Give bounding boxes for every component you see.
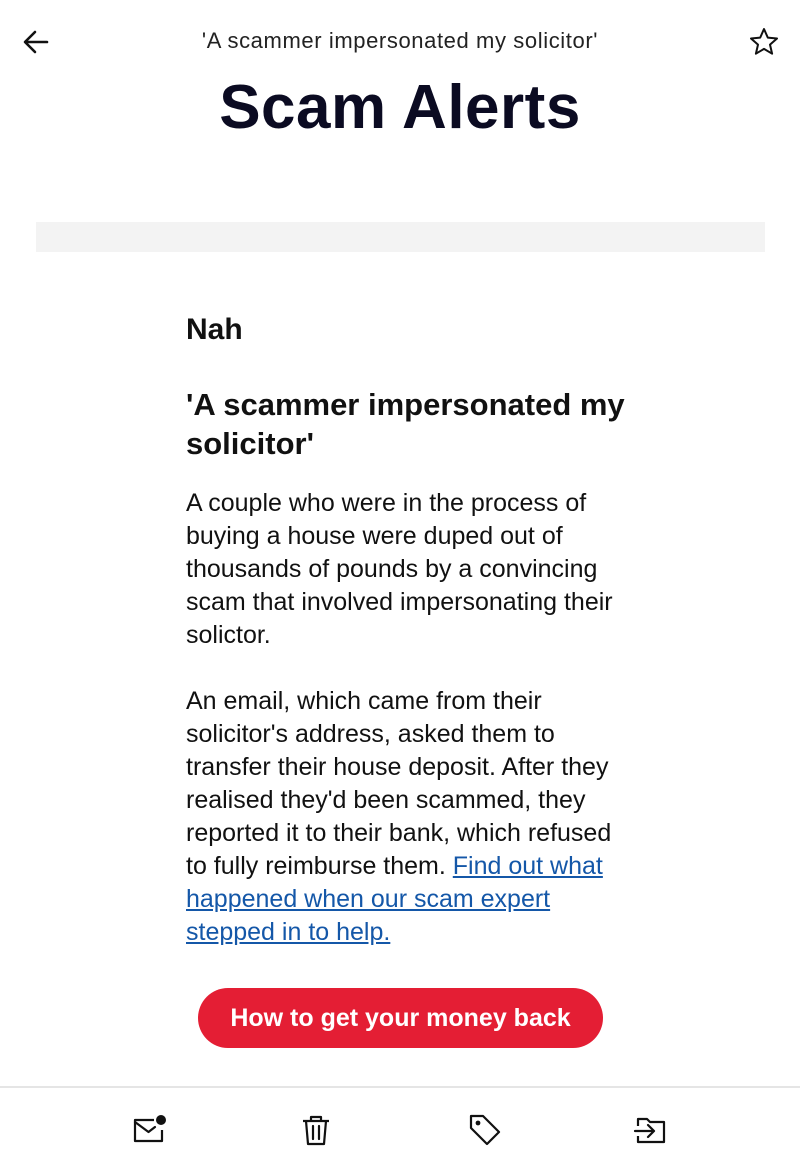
top-app-bar: 'A scammer impersonated my solicitor' Sc… [0,0,800,142]
star-outline-icon [750,28,778,55]
label-button[interactable] [465,1110,505,1150]
trash-icon [303,1115,329,1146]
image-placeholder-band [36,222,765,252]
article-paragraph-1: A couple who were in the process of buyi… [186,489,613,649]
mark-unread-button[interactable] [129,1110,169,1150]
delete-button[interactable] [296,1110,336,1150]
move-to-folder-button[interactable] [631,1110,671,1150]
message-body: Nah 'A scammer impersonated my solicitor… [186,310,626,949]
bottom-action-bar [0,1088,800,1172]
money-back-button[interactable]: How to get your money back [198,988,603,1048]
star-button[interactable] [746,24,782,60]
newsletter-title: Scam Alerts [219,73,581,142]
back-button[interactable] [18,24,54,60]
article-headline: 'A scammer impersonated my solicitor' [186,387,625,461]
article-paragraph-2: An email, which came from their solicito… [186,685,626,949]
sender-name: Nah [186,313,243,346]
label-tag-icon [469,1114,501,1146]
arrow-left-icon [23,30,49,54]
email-subject: 'A scammer impersonated my solicitor' [201,28,599,53]
mark-unread-icon [133,1115,166,1143]
move-to-folder-icon [633,1117,666,1144]
